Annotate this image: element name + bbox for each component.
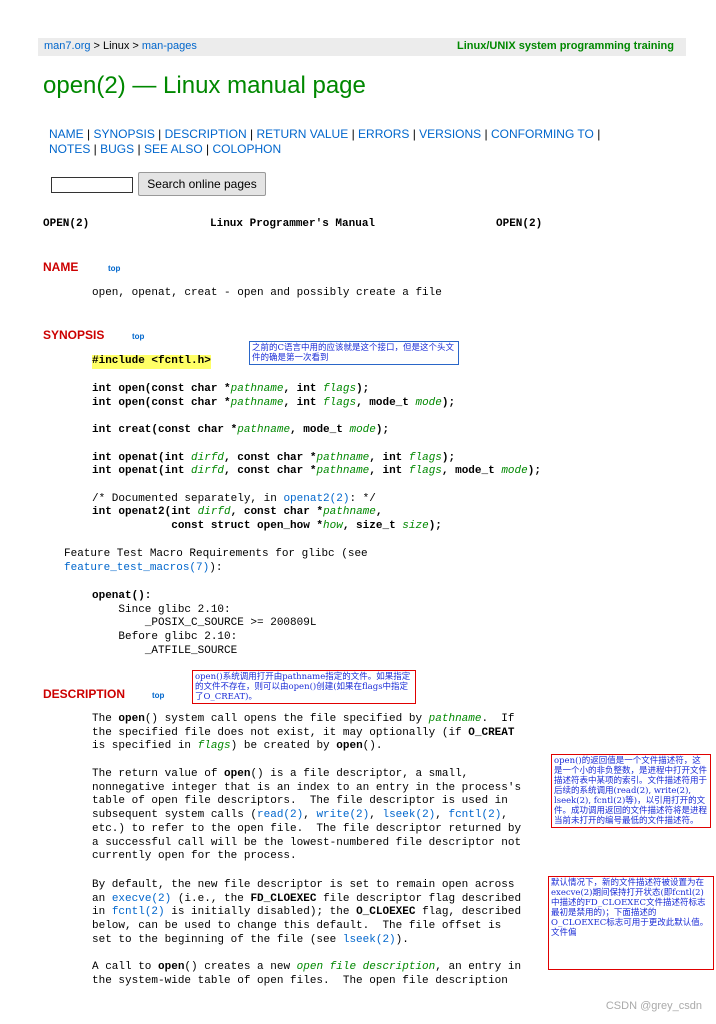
section-description-heading: DESCRIPTION <box>43 687 126 701</box>
nav-description[interactable]: DESCRIPTION <box>165 127 247 141</box>
cloexec-annotation: 默认情况下，新的文件描述符被设置为在execve(2)期间保持打开状态(即fcn… <box>548 876 714 970</box>
manheader-center: Linux Programmer's Manual <box>210 218 376 230</box>
nav-synopsis[interactable]: SYNOPSIS <box>93 127 154 141</box>
return-value-annotation: open()的返回值是一个文件描述符，这是一个小的非负整数，是进程中打开文件描述… <box>551 754 711 828</box>
nav-name[interactable]: NAME <box>49 127 84 141</box>
nav-notes[interactable]: NOTES <box>49 142 90 156</box>
section-nav: NAME | SYNOPSIS | DESCRIPTION | RETURN V… <box>49 127 601 156</box>
watermark: CSDN @grey_csdn <box>605 1000 702 1012</box>
nav-see-also[interactable]: SEE ALSO <box>144 142 203 156</box>
nav-return-value[interactable]: RETURN VALUE <box>256 127 348 141</box>
nav-colophon[interactable]: COLOPHON <box>212 142 281 156</box>
section-synopsis-heading: SYNOPSIS <box>43 328 105 342</box>
ftm-text: Feature Test Macro Requirements for glib… <box>64 548 368 574</box>
nav-bugs[interactable]: BUGS <box>100 142 134 156</box>
nav-versions[interactable]: VERSIONS <box>419 127 481 141</box>
description-annotation: open()系统调用打开由pathname指定的文件。如果指定的文件不存在，则可… <box>192 670 416 704</box>
name-body: open, openat, creat - open and possibly … <box>92 287 442 299</box>
synopsis-top-link[interactable]: top <box>132 332 144 341</box>
page-title: open(2) — Linux manual page <box>43 72 366 99</box>
description-top-link[interactable]: top <box>152 691 164 700</box>
crumb-linux: Linux <box>103 40 130 52</box>
nav-errors[interactable]: ERRORS <box>358 127 409 141</box>
ftm-details: openat(): Since glibc 2.10: _POSIX_C_SOU… <box>92 590 317 657</box>
search-button[interactable]: Search online pages <box>138 172 266 196</box>
crumb-home-link[interactable]: man7.org <box>44 40 90 52</box>
synopsis-open: int open(const char *pathname, int flags… <box>92 383 541 533</box>
include-annotation: 之前的C语言中用的应该就是这个接口，但是这个头文件的确是第一次看到 <box>249 341 459 365</box>
description-para-2: The return value of open() is a file des… <box>92 768 522 863</box>
description-para-3: By default, the new file descriptor is s… <box>92 879 522 946</box>
search-input[interactable] <box>51 177 133 193</box>
ftm-link[interactable]: feature_test_macros(7) <box>64 562 209 574</box>
crumb-manpages-link[interactable]: man-pages <box>142 40 197 52</box>
name-top-link[interactable]: top <box>108 264 120 273</box>
manheader-left: OPEN(2) <box>43 218 90 230</box>
section-name-heading: NAME <box>43 260 79 274</box>
description-para-4: A call to open() creates a new open file… <box>92 961 522 987</box>
include-line: #include <fcntl.h> <box>92 355 211 369</box>
description-para-1: The open() system call opens the file sp… <box>92 713 515 753</box>
training-link[interactable]: Linux/UNIX system programming training <box>457 40 674 52</box>
manheader-right: OPEN(2) <box>496 218 543 230</box>
nav-conforming-to[interactable]: CONFORMING TO <box>491 127 594 141</box>
breadcrumb: man7.org > Linux > man-pages <box>44 40 197 52</box>
